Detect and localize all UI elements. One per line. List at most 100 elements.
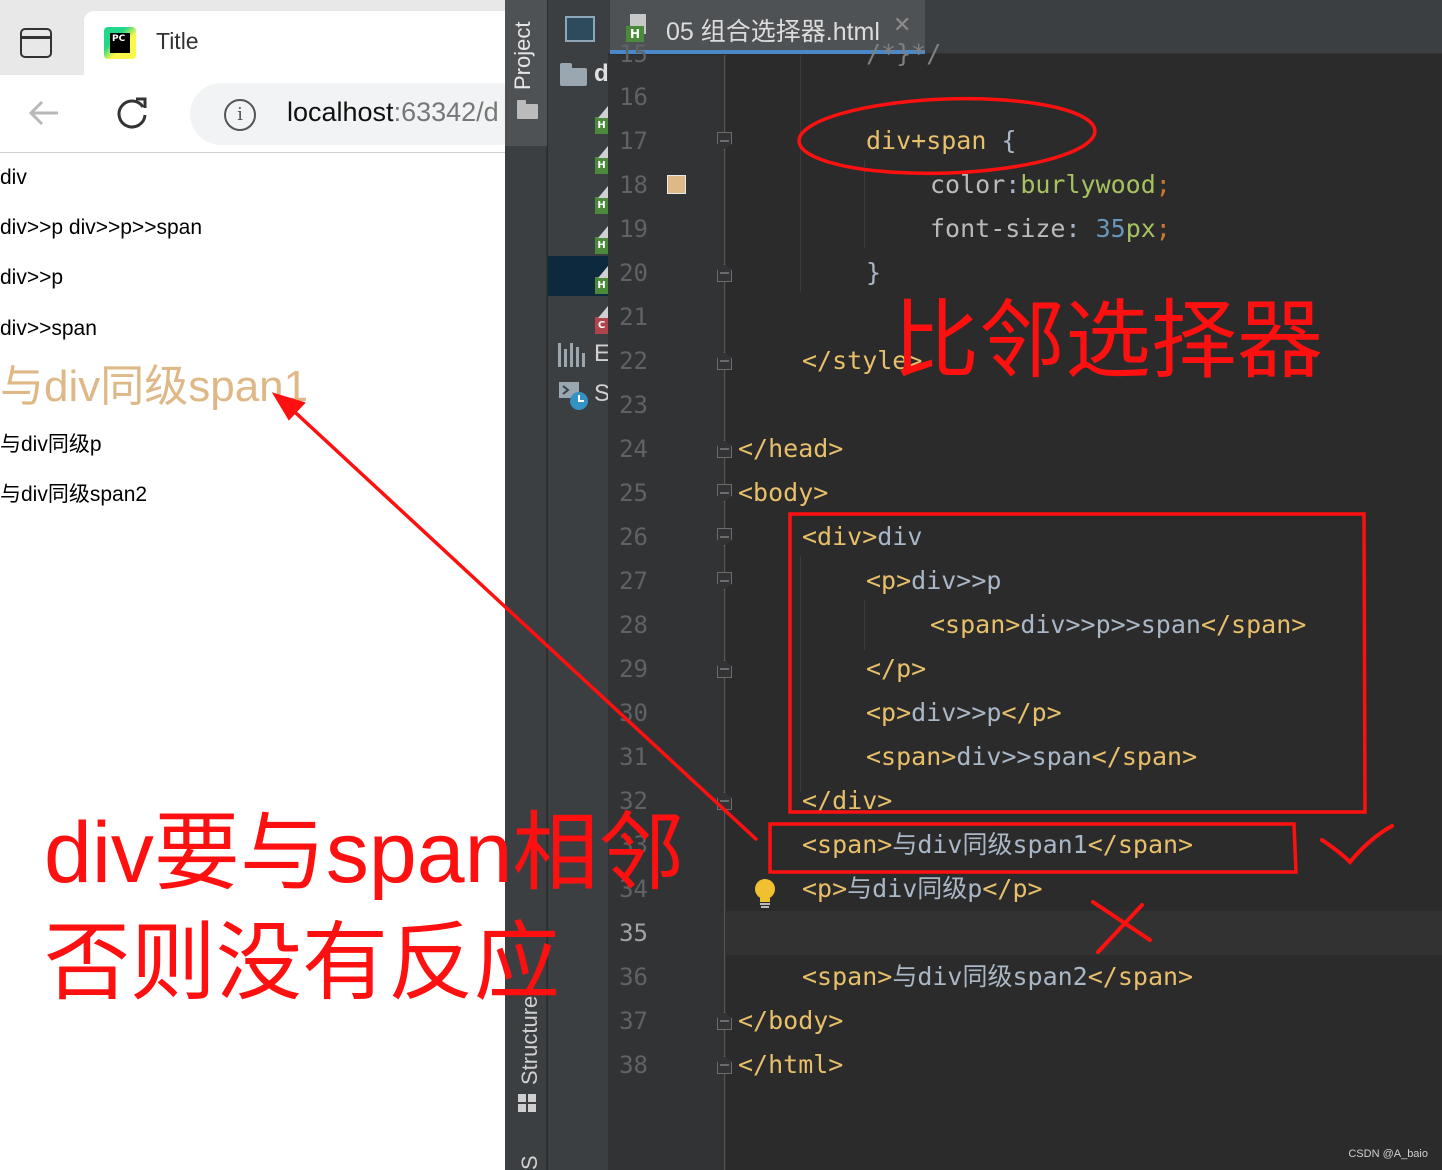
gutter-divider [724, 55, 725, 1170]
html-tag: <p> [866, 698, 912, 727]
tree-file-row-selected[interactable]: H [548, 256, 608, 296]
html-file-icon: H [595, 197, 608, 214]
html-text: div>>span [956, 742, 1092, 771]
line-number: 17 [619, 127, 648, 155]
structure-icon[interactable] [518, 1094, 538, 1114]
css-semicolon: ; [1155, 170, 1171, 199]
line-number: 25 [619, 479, 648, 507]
line-number: 34 [619, 875, 648, 903]
css-colon: : [1065, 214, 1096, 243]
reload-icon [117, 97, 147, 129]
back-arrow-icon [28, 100, 58, 126]
editor-tab-bar: H 05 组合选择器.html ✕ [608, 0, 1442, 54]
html-tag: </span> [1091, 742, 1198, 771]
line-number: 30 [619, 699, 648, 727]
output-div-p-2: div>>p [0, 266, 64, 289]
back-button[interactable] [24, 93, 64, 133]
code-line-34: <p>与div同级p</p> [802, 867, 1043, 911]
html-tag: </p> [982, 874, 1043, 903]
code-line-30: <p>div>>p</p> [866, 691, 1062, 735]
line-number: 29 [619, 655, 648, 683]
output-div-span: div>>span [0, 317, 97, 340]
lightbulb-icon[interactable] [752, 878, 778, 910]
code-line-31: <span>div>>span</span> [866, 735, 1197, 779]
tree-folder-name[interactable]: d [594, 60, 608, 88]
code-line-38: </html> [738, 1050, 844, 1079]
line-number: 31 [619, 743, 648, 771]
code-line-19: font-size: 35px; [930, 207, 1171, 251]
html-text: 与div同级span1 [892, 830, 1088, 859]
line-number: 23 [619, 391, 648, 419]
pycharm-logo-text: PC [110, 33, 130, 53]
tree-file-row[interactable]: H [548, 140, 608, 184]
browser-tab[interactable]: PC Title [84, 11, 505, 75]
tree-file-row[interactable]: H [548, 180, 608, 224]
html-file-icon: H [595, 277, 608, 294]
external-libraries-label[interactable]: E [594, 340, 608, 368]
line-number: 18 [619, 171, 648, 199]
css-unit: px [1125, 214, 1156, 243]
line-number: 38 [619, 1051, 648, 1079]
html-tag: <p> [802, 874, 848, 903]
code-line-33: <span>与div同级span1</span> [802, 823, 1193, 867]
address-path: :63342/d [393, 97, 499, 127]
line-number: 32 [619, 787, 648, 815]
code-line-29: </p> [866, 654, 927, 683]
html-text: 与div同级p [847, 874, 983, 903]
folder-icon[interactable] [560, 63, 587, 86]
address-host: localhost [287, 97, 394, 127]
tree-file-row[interactable]: C [548, 300, 608, 344]
address-bar[interactable]: i localhost:63342/d [190, 83, 505, 145]
address-url[interactable]: localhost:63342/d [287, 97, 499, 128]
panel-window-icon[interactable] [565, 16, 595, 42]
html-tag: </p> [1001, 698, 1062, 727]
browser-window: PC Title i localhost:63342/d div div>>p … [0, 0, 505, 1170]
line-number: 33 [619, 831, 648, 859]
reload-button[interactable] [112, 93, 152, 133]
project-folder-icon [517, 100, 538, 119]
output-sibling-span2: 与div同级span2 [0, 483, 148, 506]
external-libraries-icon[interactable] [558, 343, 588, 367]
html-tag: <span> [866, 742, 957, 771]
project-tool-button[interactable]: Project [505, 0, 547, 146]
tool-window-strip: Project Structure S [505, 0, 547, 1170]
indent-guide [800, 55, 801, 292]
css-file-icon: C [595, 317, 608, 334]
structure-tool-label[interactable]: Structure [517, 996, 543, 1085]
line-number: 21 [619, 303, 648, 331]
html-tag: <div> [802, 522, 878, 551]
code-line-32: </div> [802, 786, 893, 815]
indent-guide [864, 600, 865, 650]
bottom-tool-label[interactable]: S [517, 1155, 543, 1170]
output-div-p: div>>p div>>p>>span [0, 216, 203, 239]
code-line-18: color:burlywood; [930, 163, 1171, 207]
line-number: 28 [619, 611, 648, 639]
line-number: 26 [619, 523, 648, 551]
scratches-label[interactable]: S [594, 380, 608, 408]
html-tag: <span> [802, 962, 893, 991]
html-text: div>>p [911, 698, 1002, 727]
color-preview-swatch[interactable] [667, 175, 686, 194]
css-value: burlywood [1020, 170, 1156, 199]
css-semicolon: ; [1155, 214, 1171, 243]
project-tree-panel: d H H H H H C E S [548, 0, 608, 1170]
tree-file-row[interactable]: H [548, 100, 608, 144]
code-line-37: </body> [738, 1006, 844, 1035]
site-info-icon[interactable]: i [224, 99, 256, 131]
line-number: 36 [619, 963, 648, 991]
code-line-26: <div>div [802, 515, 922, 559]
tab-actions-icon[interactable] [20, 28, 52, 58]
scratches-icon[interactable] [558, 380, 590, 412]
html-file-icon: H [595, 157, 608, 174]
watermark: CSDN @A_baio [1348, 1148, 1428, 1160]
css-property: color [930, 170, 1006, 199]
browser-toolbar: i localhost:63342/d [0, 75, 505, 153]
line-number: 16 [619, 83, 648, 111]
line-number: 20 [619, 259, 648, 287]
line-number: 15 [619, 40, 648, 68]
html-tag: <span> [802, 830, 893, 859]
html-tag: </span> [1087, 962, 1194, 991]
ide-window: Project Structure S d H H H H H C E S H … [505, 0, 1442, 1170]
pycharm-logo-icon: PC [104, 27, 136, 59]
line-number: 37 [619, 1007, 648, 1035]
